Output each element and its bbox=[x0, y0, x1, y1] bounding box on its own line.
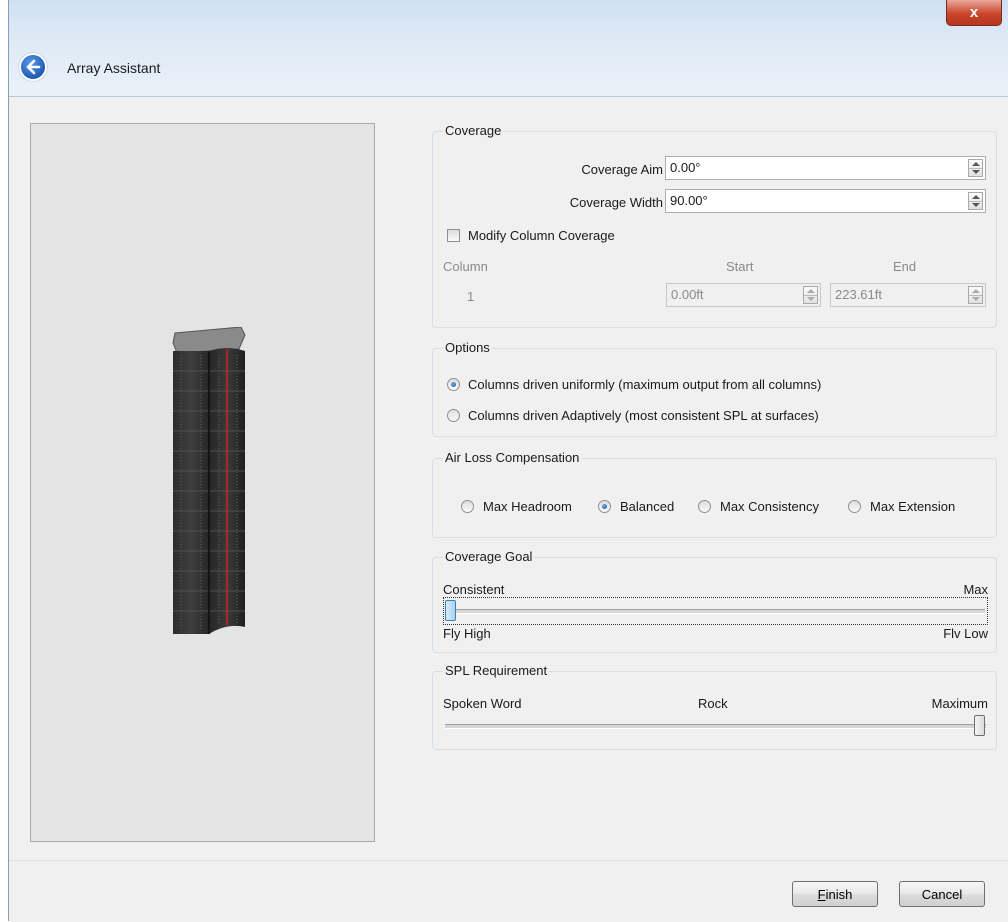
coverage-goal-max-label: Max bbox=[963, 582, 988, 597]
max-extension-label[interactable]: Max Extension bbox=[870, 499, 955, 514]
coverage-goal-thumb[interactable] bbox=[445, 600, 456, 621]
spl-rock-label: Rock bbox=[698, 696, 728, 711]
options-group: Options Columns driven uniformly (maximu… bbox=[432, 340, 997, 437]
coverage-legend: Coverage bbox=[443, 123, 504, 138]
column-end-field: 223.61ft bbox=[830, 283, 986, 307]
spl-thumb[interactable] bbox=[974, 715, 985, 736]
coverage-width-spinner-icon[interactable] bbox=[968, 192, 983, 210]
coverage-goal-fly-high-label: Fly High bbox=[443, 626, 491, 641]
finish-button[interactable]: Finish bbox=[792, 881, 878, 907]
adaptive-radio[interactable] bbox=[447, 409, 460, 422]
air-loss-group: Air Loss Compensation Max Headroom Balan… bbox=[432, 450, 997, 538]
coverage-goal-legend: Coverage Goal bbox=[443, 549, 535, 564]
spl-slider[interactable] bbox=[445, 713, 986, 739]
array-preview-panel[interactable] bbox=[30, 123, 375, 842]
column-start-field: 0.00ft bbox=[666, 283, 821, 307]
modify-column-coverage-label[interactable]: Modify Column Coverage bbox=[468, 228, 615, 243]
window-title: Array Assistant bbox=[67, 60, 161, 76]
coverage-goal-group: Coverage Goal Consistent Max Fly High Fl… bbox=[432, 549, 997, 653]
close-icon: x bbox=[969, 4, 979, 21]
start-header: Start bbox=[726, 259, 754, 274]
spl-maximum-label: Maximum bbox=[931, 696, 988, 711]
back-button[interactable] bbox=[19, 53, 47, 81]
balanced-radio[interactable] bbox=[598, 500, 611, 513]
options-legend: Options bbox=[443, 340, 492, 355]
dialog-footer: Finish Cancel bbox=[9, 860, 1008, 922]
adaptive-label[interactable]: Columns driven Adaptively (most consiste… bbox=[468, 408, 819, 423]
modify-column-coverage-checkbox[interactable] bbox=[447, 229, 460, 242]
coverage-goal-consistent-label: Consistent bbox=[443, 582, 505, 597]
max-consistency-label[interactable]: Max Consistency bbox=[720, 499, 819, 514]
coverage-width-field[interactable]: 90.00° bbox=[665, 189, 986, 213]
main-content: Coverage Coverage Aim 0.00° Coverage Wid… bbox=[9, 97, 1008, 860]
column-header: Column bbox=[443, 259, 488, 274]
back-arrow-icon bbox=[26, 59, 41, 75]
max-headroom-radio[interactable] bbox=[461, 500, 474, 513]
spl-requirement-legend: SPL Requirement bbox=[443, 663, 550, 678]
finish-label: inish bbox=[825, 886, 853, 902]
coverage-width-value: 90.00° bbox=[670, 193, 708, 208]
column-end-value: 223.61ft bbox=[835, 287, 882, 302]
air-loss-legend: Air Loss Compensation bbox=[443, 450, 582, 465]
spl-track bbox=[445, 724, 986, 729]
column-start-value: 0.00ft bbox=[671, 287, 704, 302]
column-start-spinner-icon bbox=[803, 286, 818, 304]
balanced-label[interactable]: Balanced bbox=[620, 499, 674, 514]
finish-mnemonic: F bbox=[817, 886, 826, 902]
coverage-goal-fly-low-label: Flv Low bbox=[943, 626, 988, 641]
coverage-aim-spinner-icon[interactable] bbox=[968, 159, 983, 177]
spl-spoken-word-label: Spoken Word bbox=[443, 696, 522, 711]
max-headroom-label[interactable]: Max Headroom bbox=[483, 499, 572, 514]
coverage-width-label: Coverage Width bbox=[569, 195, 663, 210]
column-number: 1 bbox=[467, 289, 475, 304]
coverage-goal-slider[interactable] bbox=[443, 597, 988, 625]
cancel-button[interactable]: Cancel bbox=[899, 881, 985, 907]
coverage-goal-track bbox=[446, 609, 985, 614]
spl-requirement-group: SPL Requirement Spoken Word Rock Maximum bbox=[432, 663, 997, 750]
coverage-aim-field[interactable]: 0.00° bbox=[665, 156, 986, 180]
end-header: End bbox=[893, 259, 917, 274]
uniform-radio[interactable] bbox=[447, 378, 460, 391]
column-end-spinner-icon bbox=[968, 286, 983, 304]
array-assistant-window: x Array Assistant Coverage Coverage Aim … bbox=[8, 0, 1008, 922]
uniform-label[interactable]: Columns driven uniformly (maximum output… bbox=[468, 377, 821, 392]
coverage-aim-label: Coverage Aim bbox=[581, 162, 663, 177]
coverage-group: Coverage Coverage Aim 0.00° Coverage Wid… bbox=[432, 123, 997, 328]
title-bar: x Array Assistant bbox=[9, 0, 1008, 97]
max-consistency-radio[interactable] bbox=[698, 500, 711, 513]
coverage-aim-value: 0.00° bbox=[670, 160, 701, 175]
cancel-label: Cancel bbox=[921, 886, 963, 902]
max-extension-radio[interactable] bbox=[848, 500, 861, 513]
close-button[interactable]: x bbox=[946, 0, 1002, 26]
speaker-array-image bbox=[172, 327, 246, 634]
